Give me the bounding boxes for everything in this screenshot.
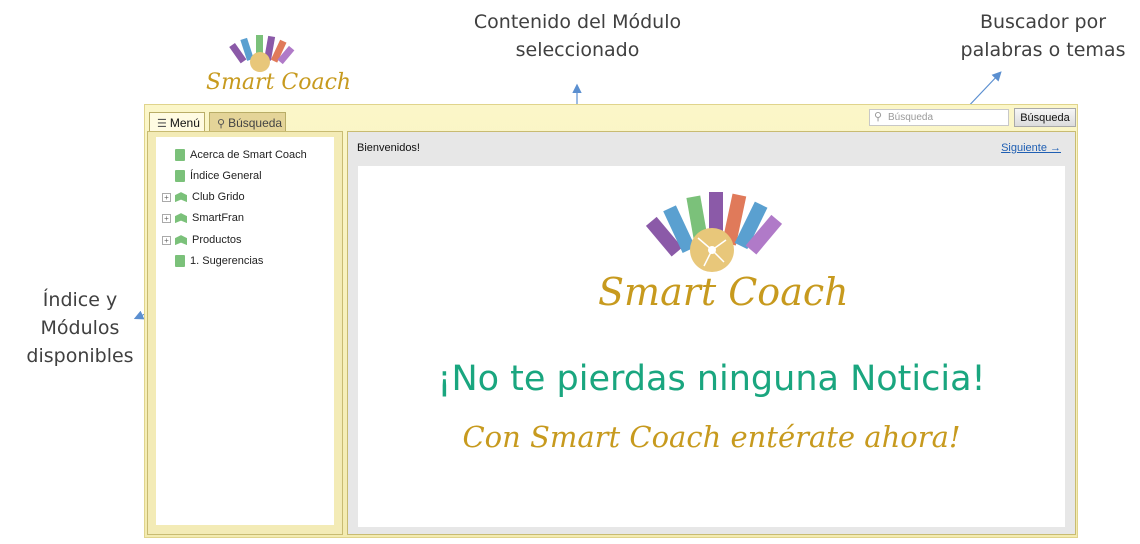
tree-item-label: SmartFran bbox=[192, 212, 244, 224]
tree-item-club-grido[interactable]: + Club Grido bbox=[156, 187, 245, 207]
tree-item-indice-general[interactable]: Índice General bbox=[156, 166, 262, 186]
expand-icon[interactable]: + bbox=[162, 235, 171, 245]
expand-icon[interactable]: + bbox=[162, 192, 171, 202]
tree-item-sugerencias[interactable]: 1. Sugerencias bbox=[156, 251, 263, 271]
content-body: Smart Coach ¡No te pierdas ninguna Notic… bbox=[358, 166, 1065, 527]
callout-search: Buscador por palabras o temas bbox=[960, 11, 1126, 61]
headline: ¡No te pierdas ninguna Noticia! bbox=[437, 359, 986, 399]
list-icon: ☰ bbox=[157, 118, 167, 130]
search-input[interactable] bbox=[869, 109, 1009, 126]
search-button[interactable]: Búsqueda bbox=[1014, 108, 1076, 127]
content-title: Bienvenidos! bbox=[357, 142, 420, 154]
document-icon bbox=[175, 149, 185, 162]
tagline: Con Smart Coach entérate ahora! bbox=[462, 420, 961, 454]
books-fan-icon bbox=[229, 35, 295, 72]
search-field-icon: ⚲ bbox=[874, 111, 883, 123]
books-fan-icon bbox=[645, 192, 783, 272]
book-icon bbox=[175, 213, 187, 224]
callout-content: Contenido del Módulo seleccionado bbox=[473, 11, 682, 61]
app-window: ☰Menú ⚲Búsqueda ⚲ Búsqueda Acerca de Sma… bbox=[144, 104, 1078, 538]
content-logo: Smart Coach bbox=[598, 182, 849, 322]
brand-logo: Smart Coach bbox=[206, 30, 352, 102]
tree-item-smartfran[interactable]: + SmartFran bbox=[156, 208, 244, 228]
expand-icon[interactable]: + bbox=[162, 213, 171, 223]
next-link[interactable]: Siguiente → bbox=[1001, 142, 1061, 154]
tree-item-label: 1. Sugerencias bbox=[190, 255, 264, 267]
document-icon bbox=[175, 255, 185, 268]
tab-search-label: Búsqueda bbox=[228, 116, 283, 130]
module-tree: Acerca de Smart Coach Índice General + Cl… bbox=[156, 137, 334, 525]
content-wordmark: Smart Coach bbox=[598, 270, 849, 314]
search-icon: ⚲ bbox=[217, 118, 226, 130]
tree-item-label: Club Grido bbox=[192, 191, 245, 203]
tree-item-label: Acerca de Smart Coach bbox=[190, 149, 307, 161]
tree-item-label: Índice General bbox=[190, 170, 262, 182]
index-panel: Acerca de Smart Coach Índice General + Cl… bbox=[147, 131, 343, 535]
tree-item-label: Productos bbox=[192, 234, 242, 246]
book-icon bbox=[175, 235, 187, 246]
content-panel: Bienvenidos! Siguiente → Smart Coach ¡No… bbox=[347, 131, 1076, 535]
callout-index: Índice y Módulos disponibles bbox=[26, 289, 134, 367]
tree-item-productos[interactable]: + Productos bbox=[156, 230, 242, 250]
brand-wordmark: Smart Coach bbox=[206, 70, 352, 95]
document-icon bbox=[175, 170, 185, 183]
tree-item-acerca[interactable]: Acerca de Smart Coach bbox=[156, 145, 307, 165]
tab-menu-label: Menú bbox=[169, 116, 200, 130]
book-icon bbox=[175, 192, 187, 203]
